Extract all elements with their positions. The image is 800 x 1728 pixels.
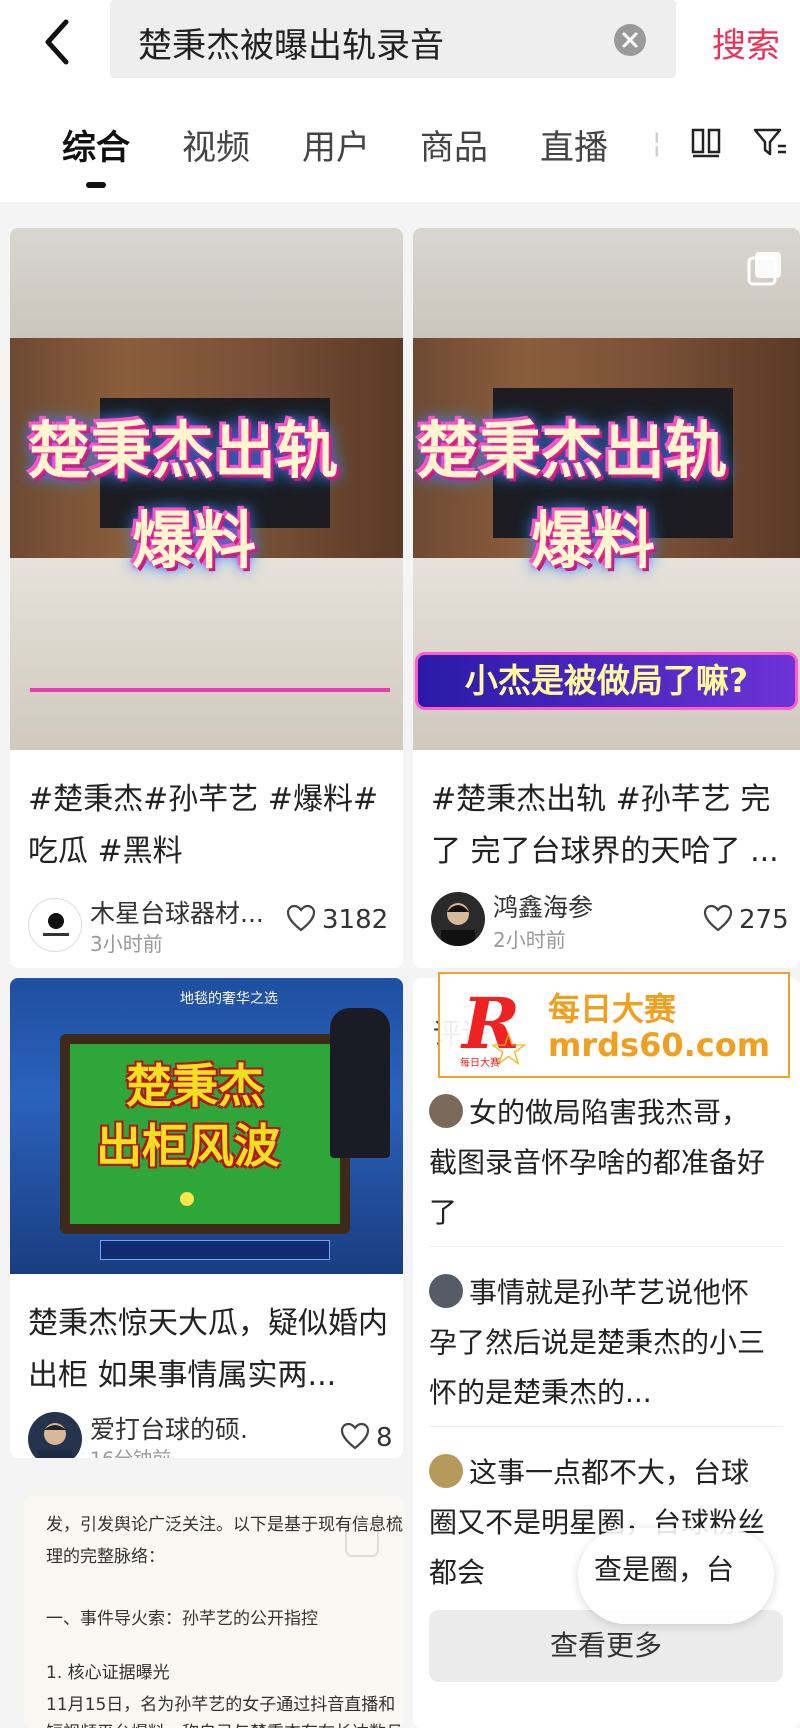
heart-icon [286, 904, 316, 932]
thumb-progress-line [30, 688, 390, 692]
card-title: #楚秉杰出轨 #孙芊艺 完了 完了台球界的天哈了 ... [431, 782, 779, 869]
user-portrait-icon [38, 1423, 72, 1458]
like-count-value: 275 [739, 905, 789, 935]
divider [429, 1246, 783, 1247]
tab-goods[interactable]: 商品 [420, 120, 488, 169]
tab-user[interactable]: 用户 [302, 120, 370, 169]
thumb-overlay-title: 楚秉杰出轨 [28, 414, 339, 487]
video-thumbnail[interactable]: 地毯的奢华之选 楚秉杰 出柜风波 [10, 978, 403, 1274]
close-icon [622, 32, 638, 48]
thumb-banner: 小杰是被做局了嘛? [415, 652, 798, 710]
card-title: 楚秉杰惊天大瓜，疑似婚内出柜 如果事情属实两... [28, 1306, 388, 1393]
tab-comprehensive[interactable]: 综合 [62, 120, 130, 169]
active-tab-indicator [86, 182, 106, 188]
multi-image-icon [747, 252, 781, 286]
clear-search-button[interactable] [614, 24, 646, 56]
thumb-scoreboard [100, 1240, 330, 1260]
like-count[interactable]: 275 [703, 904, 789, 935]
search-submit-button[interactable]: 搜索 [712, 18, 780, 67]
commenter-avatar [429, 1274, 463, 1308]
commenter-avatar [429, 1454, 463, 1488]
watermark-logo: R ☆ 每日大赛 每日大赛 mrds60.com [438, 972, 790, 1078]
watermark-title: 每日大赛 [548, 990, 677, 1028]
author-name[interactable]: 鸿鑫海参 [493, 888, 593, 924]
comment-text: 女的做局陷害我杰哥，截图录音怀孕啥的都准备好了 [429, 1096, 766, 1229]
author-name[interactable]: 爱打台球的硕. [90, 1410, 248, 1446]
post-time: 3小时前 [90, 932, 163, 956]
comment-item[interactable]: 事情就是孙芊艺说他怀孕了然后说是楚秉杰的小三怀的是楚秉杰的... [429, 1268, 769, 1418]
avatar[interactable] [28, 1412, 82, 1458]
doc-line: 1. 核心证据曝光 [46, 1663, 170, 1683]
watermark-small-text: 每日大赛 [460, 1058, 500, 1069]
back-button[interactable] [36, 14, 84, 70]
like-count[interactable]: 3182 [286, 904, 388, 935]
thumb-overlay-subtitle: 爆料 [531, 504, 656, 577]
thumb-overlay-title: 楚秉杰出轨 [417, 414, 728, 487]
post-time: 2小时前 [493, 928, 566, 952]
result-card-4[interactable]: 发，引发舆论广泛关注。以下是基于现有信息梳 理的完整脉络： 一、事件导火索：孙芊… [24, 1496, 403, 1728]
search-query: 楚秉杰被曝出轨录音 [138, 26, 444, 66]
thumb-ball [180, 1192, 194, 1206]
thumb-bed [10, 558, 403, 750]
card-title: #楚秉杰#孙芊艺 #爆料# 吃瓜 #黑料 [28, 782, 379, 869]
like-count[interactable]: 8 [340, 1422, 393, 1453]
result-card-1[interactable]: 楚秉杰出轨 爆料 #楚秉杰#孙芊艺 #爆料# 吃瓜 #黑料 木星台球器材... … [10, 228, 403, 968]
comment-text: 事情就是孙芊艺说他怀孕了然后说是楚秉杰的小三怀的是楚秉杰的... [429, 1276, 766, 1409]
category-tabs: 综合 视频 用户 商品 直播 ¦ [0, 90, 800, 202]
commenter-avatar [429, 1094, 463, 1128]
avatar[interactable] [431, 892, 485, 946]
search-input[interactable]: 楚秉杰被曝出轨录音 [110, 0, 676, 78]
avatar[interactable] [28, 898, 82, 952]
result-card-2[interactable]: 楚秉杰出轨 爆料 小杰是被做局了嘛? #楚秉杰出轨 #孙芊艺 完了 完了台球界的… [413, 228, 800, 968]
doc-line: 短视频平台爆料，称自己与楚秉杰存在长达数月 [46, 1718, 403, 1728]
doc-line: 发，引发舆论广泛关注。以下是基于现有信息梳 [46, 1515, 403, 1535]
like-count-value: 8 [376, 1423, 393, 1453]
post-time: 16分钟前 [90, 1444, 171, 1458]
thumb-overlay-title: 楚秉杰 [126, 1059, 264, 1113]
tab-live[interactable]: 直播 [540, 120, 608, 169]
doc-line: 理的完整脉络： [46, 1547, 165, 1567]
like-count-value: 3182 [322, 905, 389, 935]
floating-overlay-text: 查是圈，台 [594, 1553, 735, 1586]
divider [429, 1426, 783, 1427]
search-header: 楚秉杰被曝出轨录音 搜索 [0, 0, 800, 90]
filter-icon[interactable] [752, 124, 788, 160]
shop-logo-icon [43, 913, 69, 936]
thumb-overlay-subtitle: 爆料 [132, 504, 257, 577]
result-card-3[interactable]: 地毯的奢华之选 楚秉杰 出柜风波 楚秉杰惊天大瓜，疑似婚内出柜 如果事情属实两.… [10, 978, 403, 1458]
thumb-banner-caption: 地毯的奢华之选 [180, 991, 278, 1007]
user-portrait-icon [441, 903, 475, 946]
heart-icon [340, 1422, 370, 1450]
chevron-left-icon [45, 19, 69, 65]
thumb-overlay-subtitle: 出柜风波 [96, 1119, 280, 1173]
video-thumbnail[interactable]: 楚秉杰出轨 爆料 [10, 228, 403, 750]
comment-item[interactable]: 女的做局陷害我杰哥，截图录音怀孕啥的都准备好了 [429, 1088, 769, 1238]
doc-line: 一、事件导火索：孙芊艺的公开指控 [46, 1609, 318, 1629]
tabs-overflow-fade: ¦ [652, 126, 662, 159]
watermark-url: mrds60.com [548, 1026, 771, 1064]
tab-video[interactable]: 视频 [182, 120, 250, 169]
layout-toggle-icon[interactable] [690, 126, 722, 158]
video-thumbnail[interactable]: 楚秉杰出轨 爆料 小杰是被做局了嘛? [413, 228, 800, 750]
thumb-player [330, 1008, 390, 1158]
heart-icon [703, 904, 733, 932]
doc-line: 11月15日，名为孙芊艺的女子通过抖音直播和 [46, 1695, 396, 1715]
author-name[interactable]: 木星台球器材... [90, 894, 264, 930]
